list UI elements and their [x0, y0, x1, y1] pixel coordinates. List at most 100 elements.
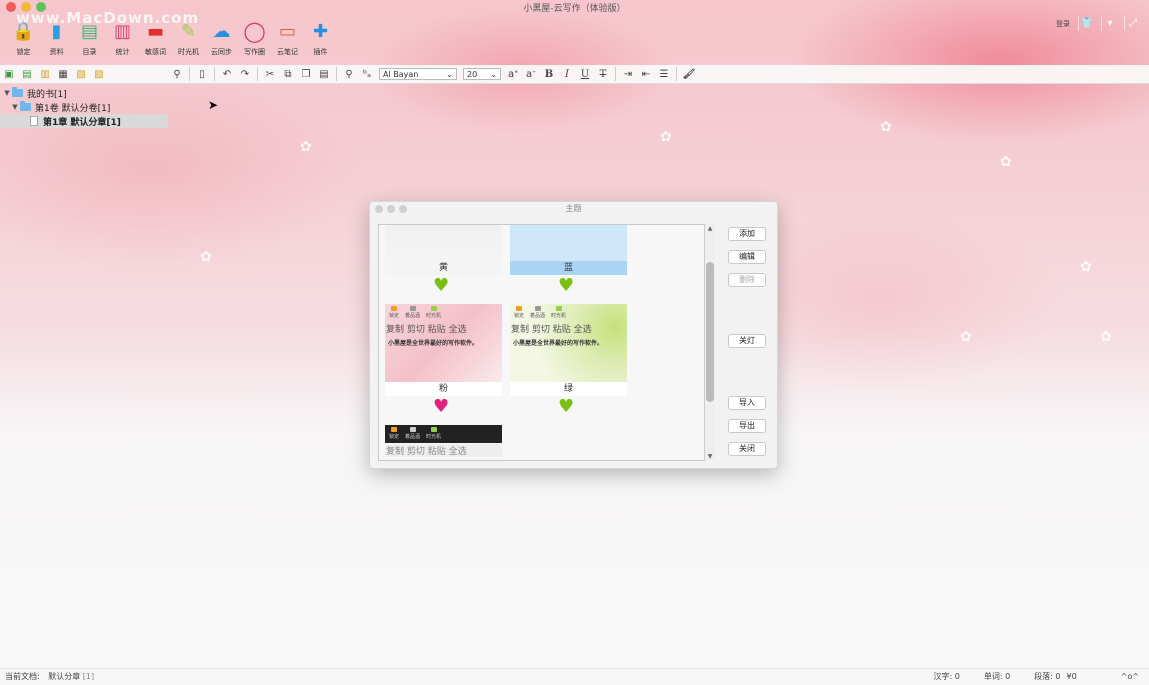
format-brush-icon[interactable]: 🖌 [682, 67, 696, 81]
theme-yellow[interactable]: 黄 ♥ [385, 225, 502, 295]
theme-name: 蓝 [510, 261, 627, 275]
folder-icon[interactable]: ▨ [92, 67, 106, 81]
theme-list-scrollbar[interactable]: ▲ ▼ [704, 224, 715, 461]
folder-icon [20, 101, 31, 111]
add-theme-button[interactable]: 添加 [728, 227, 766, 241]
font-decrease-icon[interactable]: aᐨ [524, 67, 538, 81]
flower-decoration: ✿ [1100, 329, 1112, 345]
shirt-icon[interactable]: 👕 [1078, 16, 1093, 31]
indent-icon[interactable]: ⇥ [621, 67, 635, 81]
top-right-controls: 登录 👕 ▾ ⤢ [1056, 16, 1139, 31]
mini-label: 着品酒 [405, 313, 421, 319]
pin-icon[interactable]: ⚲ [170, 67, 184, 81]
heart-icon[interactable]: ♥ [558, 398, 574, 416]
status-bar: 当前文档: 默认分章 [1] 汉字: 0 单词: 0 段落: 0 ¥0 ^o^ [0, 668, 1149, 685]
expand-triangle-icon[interactable]: ▼ [10, 103, 20, 111]
theme-dark[interactable]: 锁定 着品酒 时光机 复制 剪切 粘贴 全选 [385, 425, 502, 457]
scrollbar-thumb[interactable] [706, 262, 714, 402]
preview-edit-text: 复制 剪切 粘贴 全选 [386, 325, 467, 335]
ribbon-toolbar: 🔒 锁定 ▮ 资料 ▤ 目录 ▥ 统计 ▬ 敏感词 ✎ 时光机 ☁ 云同步 ◯ 写作圈 ▭ 云笔记 ✚ 插件 [8, 19, 336, 57]
select-all-icon[interactable]: ▤ [317, 67, 331, 81]
search-icon[interactable]: ⚲ [342, 67, 356, 81]
list-icon: ▤ [80, 20, 98, 42]
ribbon-label: 资料 [49, 48, 64, 56]
ribbon-button-sensitive[interactable]: ▬ 敏感词 [140, 20, 171, 57]
copy-icon[interactable]: ⧉ [281, 67, 295, 81]
ribbon-button-book[interactable]: ▮ 资料 [41, 20, 72, 57]
ribbon-label: 插件 [313, 48, 328, 56]
expand-triangle-icon[interactable]: ▼ [2, 89, 12, 97]
underline-icon[interactable]: U [578, 67, 592, 81]
ribbon-button-lock[interactable]: 🔒 锁定 [8, 20, 39, 57]
move-down-icon[interactable]: ▧ [74, 67, 88, 81]
tree-item-volume[interactable]: ▼ 第1卷 默认分卷[1] [0, 100, 170, 114]
dialog-zoom-button[interactable] [399, 205, 407, 213]
theme-list[interactable]: 黄 ♥ 蓝 ♥ 锁定 着品酒 时光机 复制 剪切 粘贴 全选 小黑屋是全世界最好… [378, 224, 715, 461]
font-value: Al Bayan [383, 69, 419, 79]
login-link[interactable]: 登录 [1056, 19, 1070, 29]
ribbon-label: 目录 [82, 48, 97, 56]
chevron-down-icon: ⌄ [446, 69, 453, 79]
mini-toolbar: 锁定 着品酒 时光机 [385, 425, 502, 442]
mini-label: 时光机 [551, 313, 567, 319]
heart-icon[interactable]: ♥ [433, 277, 449, 295]
delete-theme-button[interactable]: 删除 [728, 273, 766, 287]
paste-icon[interactable]: ❐ [299, 67, 313, 81]
ribbon-button-circle[interactable]: ◯ 写作圈 [239, 19, 270, 57]
ribbon-button-plus[interactable]: ✚ 插件 [305, 20, 336, 57]
redo-icon[interactable]: ↷ [238, 67, 252, 81]
ribbon-label: 写作圈 [244, 48, 265, 56]
fullscreen-icon[interactable]: ⤢ [1124, 16, 1139, 31]
theme-green[interactable]: 锁定 着品酒 时光机 复制 剪切 粘贴 全选 小黑屋是全世界最好的写作软件。 绿… [510, 304, 627, 416]
replace-icon[interactable]: ᵇₐ [360, 67, 374, 81]
chevron-down-icon: ⌄ [490, 69, 497, 79]
plus-icon: ✚ [312, 20, 329, 42]
ribbon-button-list[interactable]: ▤ 目录 [74, 20, 105, 57]
new-chapter-icon[interactable]: ▥ [38, 67, 52, 81]
strikethrough-icon[interactable]: T [596, 67, 610, 81]
dialog-minimize-button[interactable] [387, 205, 395, 213]
cut-icon[interactable]: ✂ [263, 67, 277, 81]
font-increase-icon[interactable]: aᐩ [506, 67, 520, 81]
bullet-list-icon[interactable]: ☰ [657, 67, 671, 81]
theme-thumbnail [385, 225, 502, 261]
tree-item-chapter[interactable]: 第1章 默认分章[1] [0, 114, 168, 128]
font-size-select[interactable]: 20 ⌄ [463, 68, 501, 80]
dialog-close-button[interactable] [375, 205, 383, 213]
new-volume-icon[interactable]: ▤ [20, 67, 34, 81]
heart-icon[interactable]: ♥ [558, 277, 574, 295]
heart-icon[interactable]: ♥ [433, 398, 449, 416]
scroll-down-icon[interactable]: ▼ [705, 453, 715, 460]
font-select[interactable]: Al Bayan ⌄ [379, 68, 457, 80]
book-tree: ▼ 我的书[1] ▼ 第1卷 默认分卷[1] 第1章 默认分章[1] [0, 86, 170, 128]
ribbon-button-cloud[interactable]: ☁ 云同步 [206, 20, 237, 57]
flower-decoration: ✿ [880, 119, 892, 135]
folder-icon [12, 87, 23, 97]
dropdown-icon[interactable]: ▾ [1101, 16, 1116, 31]
ribbon-button-stats[interactable]: ▥ 统计 [107, 20, 138, 57]
ribbon-button-time-machine[interactable]: ✎ 时光机 [173, 20, 204, 57]
outdent-icon[interactable]: ⇤ [639, 67, 653, 81]
tree-item-book[interactable]: ▼ 我的书[1] [0, 86, 170, 100]
theme-blue[interactable]: 蓝 ♥ [510, 225, 627, 295]
move-up-icon[interactable]: ▦ [56, 67, 70, 81]
new-book-icon[interactable]: ▣ [2, 67, 16, 81]
ribbon-button-note[interactable]: ▭ 云笔记 [272, 20, 303, 57]
char-count: 汉字: 0 [933, 672, 960, 681]
document-icon [30, 116, 38, 126]
bold-icon[interactable]: B [542, 67, 556, 81]
import-theme-button[interactable]: 导入 [728, 396, 766, 410]
theme-thumbnail [510, 225, 627, 261]
tree-item-label: 第1卷 默认分卷[1] [35, 103, 111, 114]
scroll-up-icon[interactable]: ▲ [705, 225, 715, 232]
undo-icon[interactable]: ↶ [220, 67, 234, 81]
close-dialog-button[interactable]: 关闭 [728, 442, 766, 456]
preview-edit-text: 复制 剪切 粘贴 全选 [511, 325, 592, 335]
export-theme-button[interactable]: 导出 [728, 419, 766, 433]
edit-theme-button[interactable]: 编辑 [728, 250, 766, 264]
ribbon-label: 统计 [115, 48, 130, 56]
theme-pink[interactable]: 锁定 着品酒 时光机 复制 剪切 粘贴 全选 小黑屋是全世界最好的写作软件。 粉… [385, 304, 502, 416]
italic-icon[interactable]: I [560, 67, 574, 81]
lights-off-button[interactable]: 关灯 [728, 334, 766, 348]
columns-icon[interactable]: ▯ [195, 67, 209, 81]
